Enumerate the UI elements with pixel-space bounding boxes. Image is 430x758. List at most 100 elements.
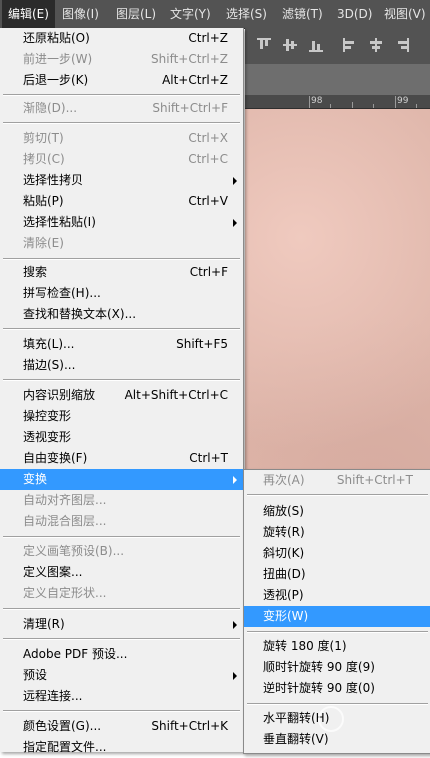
menu-filter[interactable]: 滤镜(T) <box>276 0 329 28</box>
menu-image[interactable]: 图像(I) <box>56 0 105 28</box>
ruler-tick <box>309 96 310 108</box>
menu-separator <box>247 631 428 633</box>
menu-item-perspective-warp[interactable]: 透视变形 <box>0 427 243 448</box>
menu-item-label: 旋转 180 度(1) <box>263 639 347 653</box>
submenu-item-rotate-90-ccw[interactable]: 逆时针旋转 90 度(0) <box>244 678 430 699</box>
menu-item-label: 还原粘贴(O) <box>23 31 90 45</box>
menu-item-label: 逆时针旋转 90 度(0) <box>263 681 375 695</box>
menu-item-free-transform[interactable]: 自由变换(F) Ctrl+T <box>0 448 243 469</box>
menu-item-shortcut: Shift+Ctrl+T <box>336 473 413 487</box>
menu-item-label: 颜色设置(G)... <box>23 719 102 733</box>
submenu-item-again: 再次(A) Shift+Ctrl+T <box>244 470 430 491</box>
menu-item-puppet-warp[interactable]: 操控变形 <box>0 406 243 427</box>
menu-select[interactable]: 选择(S) <box>220 0 273 28</box>
menu-edit[interactable]: 编辑(E) <box>2 0 55 28</box>
menu-item-label: 清理(R) <box>23 617 65 631</box>
menu-item-find-replace[interactable]: 查找和替换文本(X)... <box>0 304 243 325</box>
menu-item-fill[interactable]: 填充(L)... Shift+F5 <box>0 334 243 355</box>
menu-item-label: 操控变形 <box>23 409 72 423</box>
menu-separator <box>3 122 240 124</box>
horizontal-ruler[interactable]: 98 99 <box>245 95 430 109</box>
submenu-item-rotate[interactable]: 旋转(R) <box>244 522 430 543</box>
menu-layer[interactable]: 图层(L) <box>110 0 162 28</box>
menu-item-label: 选择性拷贝 <box>23 173 84 187</box>
align-right-icon[interactable] <box>395 38 409 52</box>
menu-item-shortcut: Ctrl+V <box>188 194 228 208</box>
menu-item-shortcut: Alt+Shift+Ctrl+C <box>124 388 228 402</box>
menu-item-shortcut: Ctrl+Z <box>188 31 228 45</box>
menu-3d[interactable]: 3D(D) <box>331 0 378 28</box>
menu-item-auto-align-layers: 自动对齐图层... <box>0 490 243 511</box>
menu-item-label: 粘贴(P) <box>23 194 64 208</box>
menu-item-shortcut: Ctrl+C <box>188 152 228 166</box>
align-vcenter-icon[interactable] <box>283 38 297 52</box>
submenu-item-scale[interactable]: 缩放(S) <box>244 501 430 522</box>
menu-item-label: 斜切(K) <box>263 546 305 560</box>
menu-item-label: 再次(A) <box>263 473 305 487</box>
menu-item-label: 拷贝(C) <box>23 152 65 166</box>
menu-item-define-brush: 定义画笔预设(B)... <box>0 541 243 562</box>
menu-item-color-settings[interactable]: 颜色设置(G)... Shift+Ctrl+K <box>0 716 243 737</box>
submenu-item-warp[interactable]: 变形(W) <box>244 606 430 627</box>
menu-item-transform[interactable]: 变换 <box>0 469 243 490</box>
menu-item-assign-profile[interactable]: 指定配置文件... <box>0 737 243 758</box>
menu-item-label: 剪切(T) <box>23 131 64 145</box>
align-left-icon[interactable] <box>343 38 357 52</box>
menu-item-copy-special[interactable]: 选择性拷贝 <box>0 170 243 191</box>
menu-item-label: 定义画笔预设(B)... <box>23 544 125 558</box>
menu-item-presets[interactable]: 预设 <box>0 665 243 686</box>
menu-separator <box>3 94 240 96</box>
menu-item-label: 填充(L)... <box>23 337 75 351</box>
menu-item-purge[interactable]: 清理(R) <box>0 614 243 635</box>
menu-item-cut: 剪切(T) Ctrl+X <box>0 128 243 149</box>
menu-item-label: 内容识别缩放 <box>23 388 96 402</box>
menu-item-spell-check[interactable]: 拼写检查(H)... <box>0 283 243 304</box>
ruler-tick <box>352 102 353 108</box>
menu-item-content-aware-scale[interactable]: 内容识别缩放 Alt+Shift+Ctrl+C <box>0 385 243 406</box>
menu-view[interactable]: 视图(V) <box>378 0 430 28</box>
menu-item-define-pattern[interactable]: 定义图案... <box>0 562 243 583</box>
menu-item-label: 透视变形 <box>23 430 72 444</box>
ruler-label: 98 <box>311 96 323 106</box>
submenu-item-distort[interactable]: 扭曲(D) <box>244 564 430 585</box>
menu-item-define-shape: 定义自定形状... <box>0 583 243 604</box>
menu-item-paste-special[interactable]: 选择性粘贴(I) <box>0 212 243 233</box>
menu-item-remote-connections[interactable]: 远程连接... <box>0 686 243 707</box>
submenu-item-skew[interactable]: 斜切(K) <box>244 543 430 564</box>
menu-item-shortcut: Shift+F5 <box>176 337 228 351</box>
menu-item-undo-paste[interactable]: 还原粘贴(O) Ctrl+Z <box>0 28 243 49</box>
submenu-item-rotate-90-cw[interactable]: 顺时针旋转 90 度(9) <box>244 657 430 678</box>
menu-item-label: 远程连接... <box>23 689 83 703</box>
align-bottom-icon[interactable] <box>309 38 323 52</box>
options-bar <box>245 28 430 65</box>
document-tab-area <box>245 64 430 95</box>
menu-item-label: 自动对齐图层... <box>23 493 107 507</box>
submenu-item-rotate-180[interactable]: 旋转 180 度(1) <box>244 636 430 657</box>
submenu-item-perspective[interactable]: 透视(P) <box>244 585 430 606</box>
watermark-logo <box>318 700 428 740</box>
align-top-icon[interactable] <box>257 38 271 52</box>
menu-item-label: 透视(P) <box>263 588 304 602</box>
menu-item-pdf-presets[interactable]: Adobe PDF 预设... <box>0 644 243 665</box>
menu-item-auto-blend-layers: 自动混合图层... <box>0 511 243 532</box>
menu-item-stroke[interactable]: 描边(S)... <box>0 355 243 376</box>
menu-item-copy: 拷贝(C) Ctrl+C <box>0 149 243 170</box>
menu-item-step-backward[interactable]: 后退一步(K) Alt+Ctrl+Z <box>0 70 243 91</box>
menu-item-label: 变形(W) <box>263 609 309 623</box>
ruler-tick <box>330 104 331 108</box>
menu-item-label: 拼写检查(H)... <box>23 286 101 300</box>
align-hcenter-icon[interactable] <box>369 38 383 52</box>
submenu-arrow-icon <box>233 621 237 629</box>
menu-item-fade: 渐隐(D)... Shift+Ctrl+F <box>0 98 243 119</box>
menu-item-label: 后退一步(K) <box>23 73 89 87</box>
menu-item-clear: 清除(E) <box>0 233 243 254</box>
menu-type[interactable]: 文字(Y) <box>164 0 217 28</box>
paw-icon <box>318 706 344 732</box>
menu-item-paste[interactable]: 粘贴(P) Ctrl+V <box>0 191 243 212</box>
menu-item-search[interactable]: 搜索 Ctrl+F <box>0 262 243 283</box>
menu-item-shortcut: Shift+Ctrl+K <box>151 719 228 733</box>
menu-item-shortcut: Ctrl+F <box>189 265 228 279</box>
menu-item-label: 选择性粘贴(I) <box>23 215 96 229</box>
menu-separator <box>3 379 240 381</box>
menu-item-label: 渐隐(D)... <box>23 101 78 115</box>
